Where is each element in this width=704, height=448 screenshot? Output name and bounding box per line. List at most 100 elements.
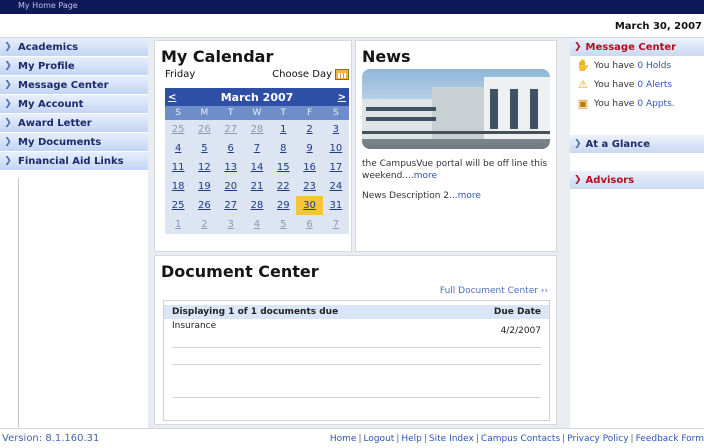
holds-count-link[interactable]: 0 xyxy=(637,61,643,71)
calendar-header: Friday Choose Day xyxy=(165,69,349,80)
calendar-day[interactable]: 26 xyxy=(191,120,217,139)
at-a-glance-header[interactable]: ❯ At a Glance xyxy=(570,135,704,153)
link-separator: | xyxy=(423,434,427,444)
chevron-right-icon: ❯ xyxy=(4,99,12,109)
footer-link-feedback-form[interactable]: Feedback Form xyxy=(636,434,704,444)
calendar-day[interactable]: 1 xyxy=(270,120,296,139)
calendar-day[interactable]: 24 xyxy=(323,177,349,196)
nav-item-my-profile[interactable]: ❯ My Profile xyxy=(0,57,148,76)
calendar-day[interactable]: 2 xyxy=(296,120,322,139)
top-bar: My Home Page xyxy=(0,0,704,14)
calendar-day[interactable]: 28 xyxy=(244,196,270,215)
footer-link-logout[interactable]: Logout xyxy=(363,434,394,444)
nav-item-my-account[interactable]: ❯ My Account xyxy=(0,95,148,114)
full-document-center-link[interactable]: Full Document Center ›› xyxy=(440,286,548,296)
calendar-day[interactable]: 3 xyxy=(323,120,349,139)
footer-link-site-index[interactable]: Site Index xyxy=(429,434,474,444)
calendar-day[interactable]: 13 xyxy=(218,158,244,177)
calendar-day[interactable]: 25 xyxy=(165,120,191,139)
calendar-day[interactable]: 29 xyxy=(270,196,296,215)
calendar-day[interactable]: 30 xyxy=(296,196,323,215)
nav-item-message-center[interactable]: ❯ Message Center xyxy=(0,76,148,95)
calendar-day[interactable]: 27 xyxy=(218,196,244,215)
calendar-day[interactable]: 7 xyxy=(244,139,270,158)
calendar-day[interactable]: 10 xyxy=(323,139,349,158)
footer-link-privacy-policy[interactable]: Privacy Policy xyxy=(567,434,628,444)
nav-item-academics[interactable]: ❯ Academics xyxy=(0,38,148,57)
calendar-day[interactable]: 4 xyxy=(244,215,270,234)
calendar-day[interactable]: 5 xyxy=(270,215,296,234)
holds-link[interactable]: Holds xyxy=(646,61,671,71)
calendar-weekday: Friday xyxy=(165,69,196,80)
calendar-day[interactable]: 6 xyxy=(218,139,244,158)
news-item-2: News Description 2...more xyxy=(362,191,481,201)
alerts-link[interactable]: Alerts xyxy=(646,80,672,90)
calendar-day[interactable]: 18 xyxy=(165,177,191,196)
table-row[interactable]: Insurance 4/2/2007 xyxy=(164,319,549,336)
document-center-title: Document Center xyxy=(161,262,319,281)
calendar-day[interactable]: 17 xyxy=(323,158,349,177)
calendar-day[interactable]: 7 xyxy=(323,215,349,234)
news-more-link-1[interactable]: more xyxy=(414,171,437,181)
footer: Version: 8.1.160.31 Home | Logout | Help | Sit… xyxy=(0,428,704,448)
calendar-day[interactable]: 22 xyxy=(270,177,296,196)
version-text: Version: 8.1.160.31 xyxy=(2,433,100,444)
holds-message: ✋ You have 0 Holds xyxy=(576,59,672,72)
chevron-right-icon: ❯ xyxy=(4,137,12,147)
nav-item-financial-aid-links[interactable]: ❯ Financial Aid Links xyxy=(0,152,148,171)
appts-link[interactable]: Appts. xyxy=(646,99,675,109)
news-more-link-2[interactable]: more xyxy=(458,191,481,201)
calendar-day[interactable]: 25 xyxy=(165,196,191,215)
calendar-day[interactable]: 4 xyxy=(165,139,191,158)
appts-count-link[interactable]: 0 xyxy=(637,99,643,109)
weekday-label: M xyxy=(200,108,209,118)
calendar-day[interactable]: 23 xyxy=(296,177,322,196)
calendar-day[interactable]: 9 xyxy=(296,139,322,158)
nav-item-my-documents[interactable]: ❯ My Documents xyxy=(0,133,148,152)
calendar-day[interactable]: 12 xyxy=(191,158,217,177)
right-sidebar: ❯ Message Center ✋ You have 0 Holds ⚠ Yo… xyxy=(570,38,704,428)
calendar-day[interactable]: 20 xyxy=(218,177,244,196)
documents-table: Displaying 1 of 1 documents due Due Date… xyxy=(163,300,550,421)
alerts-count-link[interactable]: 0 xyxy=(637,80,643,90)
calendar-day[interactable]: 31 xyxy=(323,196,349,215)
weekday-label: S xyxy=(332,108,339,118)
appointments-message: ▣ You have 0 Appts. xyxy=(577,97,675,110)
calendar-title: My Calendar xyxy=(161,47,274,66)
calendar-day[interactable]: 6 xyxy=(296,215,322,234)
calendar-nav: < March 2007 > xyxy=(165,88,349,106)
document-due-date: 4/2/2007 xyxy=(500,326,541,336)
chevron-right-icon: ❯ xyxy=(4,80,12,90)
calendar-day[interactable]: 19 xyxy=(191,177,217,196)
next-month-link[interactable]: > xyxy=(338,92,346,103)
calendar-day[interactable]: 21 xyxy=(244,177,270,196)
news-image xyxy=(362,69,550,149)
nav-item-award-letter[interactable]: ❯ Award Letter xyxy=(0,114,148,133)
calendar-day[interactable]: 26 xyxy=(191,196,217,215)
hand-icon: ✋ xyxy=(576,59,590,72)
calendar-day[interactable]: 8 xyxy=(270,139,296,158)
choose-day-button[interactable]: Choose Day xyxy=(272,69,349,80)
document-name: Insurance xyxy=(172,321,217,331)
news-item-1: the CampusVue portal will be off line th… xyxy=(362,159,548,181)
prev-month-link[interactable]: < xyxy=(168,92,176,103)
chevron-down-icon: ❯ xyxy=(574,175,582,185)
calendar-day[interactable]: 11 xyxy=(165,158,191,177)
calendar-day[interactable]: 2 xyxy=(191,215,217,234)
calendar-day[interactable]: 5 xyxy=(191,139,217,158)
calendar-day[interactable]: 28 xyxy=(244,120,270,139)
link-separator: | xyxy=(562,434,566,444)
message-center-header[interactable]: ❯ Message Center xyxy=(570,38,704,56)
choose-day-label: Choose Day xyxy=(272,69,332,80)
footer-link-home[interactable]: Home xyxy=(330,434,357,444)
footer-link-help[interactable]: Help xyxy=(401,434,422,444)
calendar-day[interactable]: 27 xyxy=(218,120,244,139)
advisors-header[interactable]: ❯ Advisors xyxy=(570,171,704,189)
calendar-day[interactable]: 3 xyxy=(218,215,244,234)
calendar-day[interactable]: 1 xyxy=(165,215,191,234)
calendar-day[interactable]: 16 xyxy=(296,158,322,177)
link-separator: | xyxy=(396,434,400,444)
calendar-day[interactable]: 14 xyxy=(244,158,270,177)
footer-link-campus-contacts[interactable]: Campus Contacts xyxy=(481,434,560,444)
calendar-day[interactable]: 15 xyxy=(270,158,296,177)
